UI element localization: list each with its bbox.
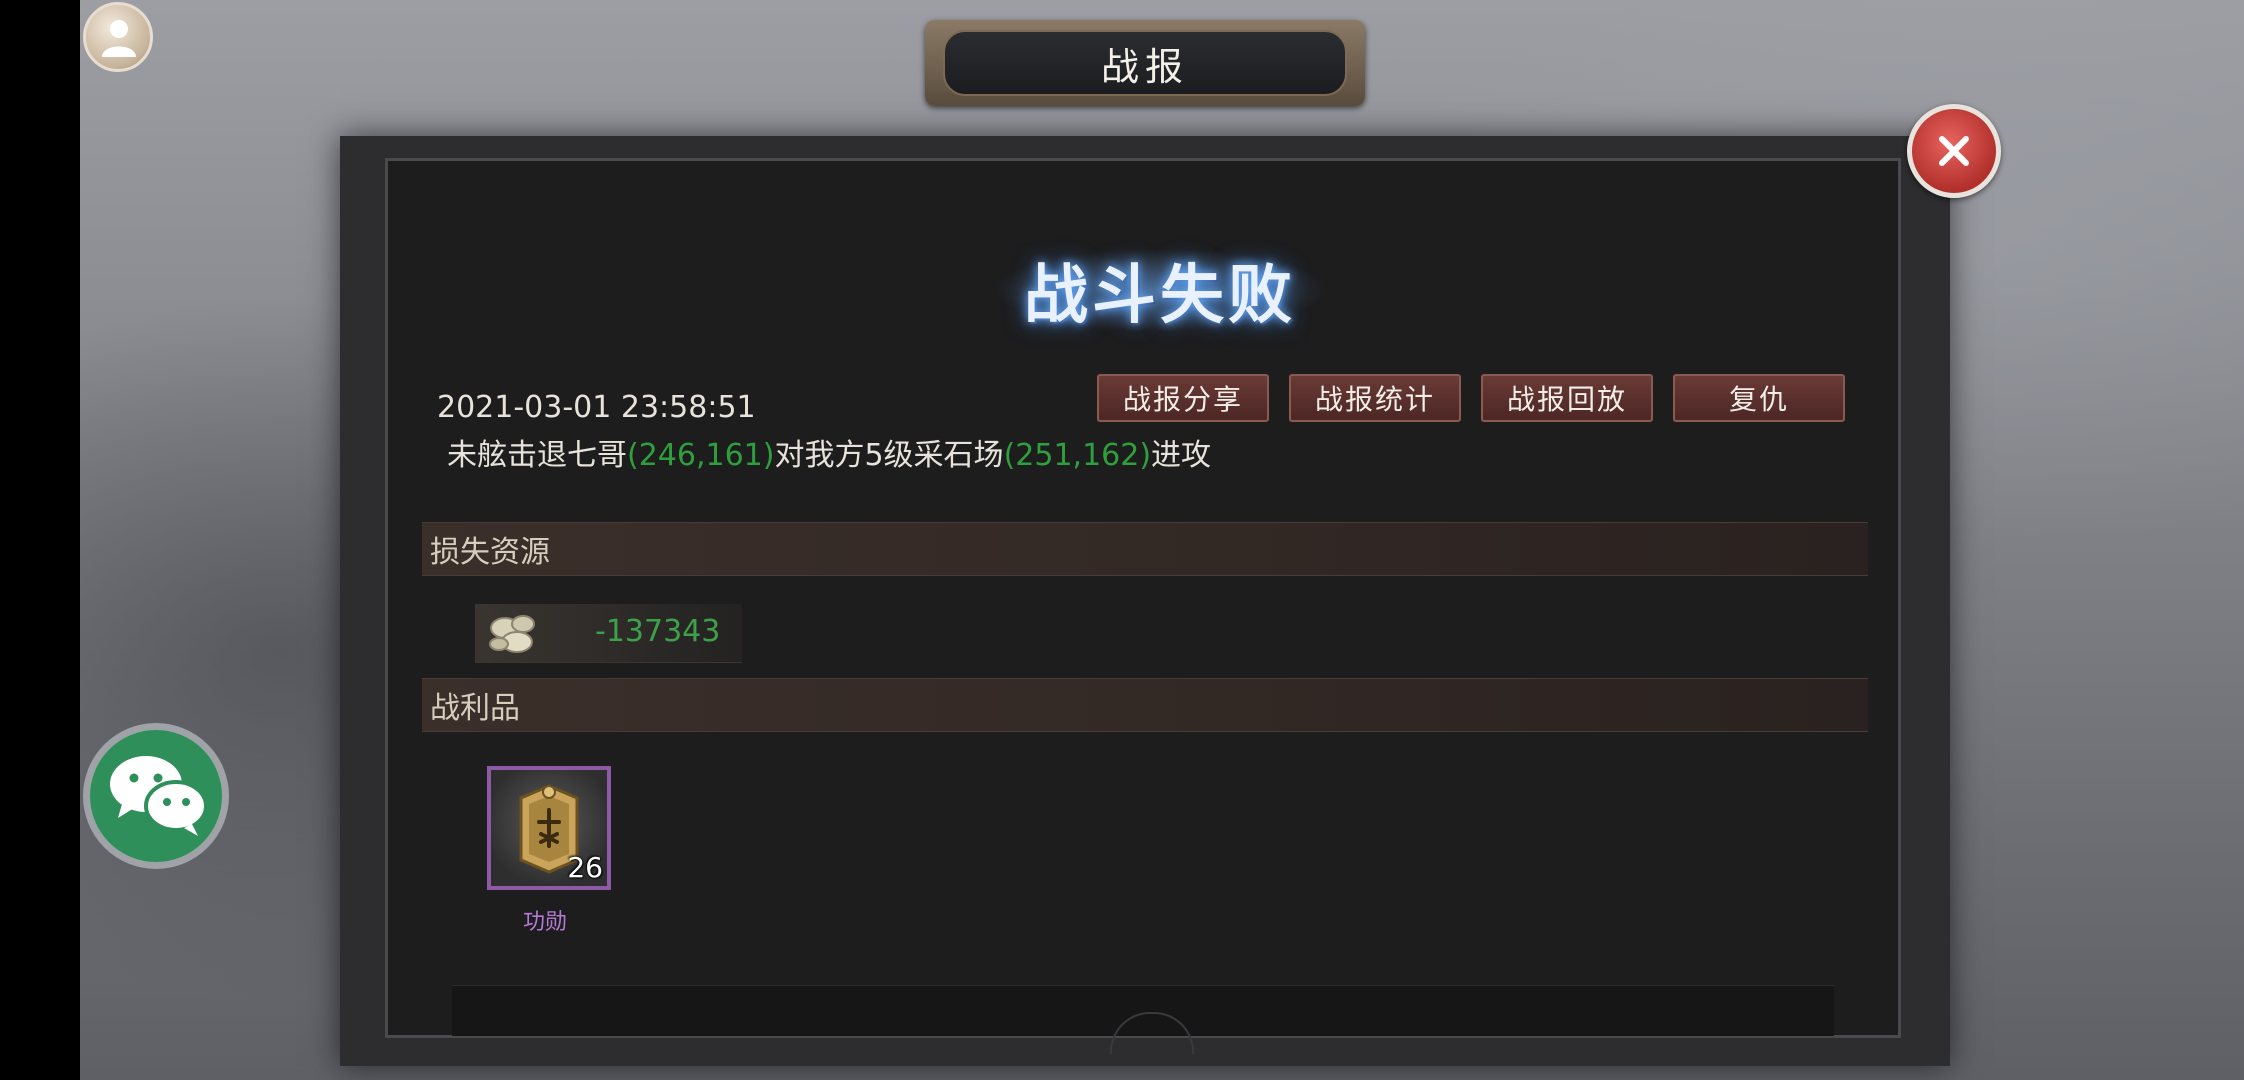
- lost-resources-header: 损失资源: [422, 522, 1868, 576]
- battle-result-banner: 战斗失败: [930, 235, 1390, 345]
- report-replay-button[interactable]: 战报回放: [1481, 374, 1653, 422]
- lost-resource-value: -137343: [595, 614, 721, 649]
- spoils-header: 战利品: [422, 678, 1868, 732]
- avatar[interactable]: [83, 2, 153, 72]
- user-icon: [102, 20, 136, 57]
- screen-bezel: [0, 0, 80, 1080]
- close-icon: [1939, 136, 1969, 166]
- loot-count: 26: [567, 851, 603, 884]
- battle-description: 未舷击退七哥(246,161)对我方5级采石场(251,162)进攻: [447, 430, 1211, 474]
- battle-target-text: 对我方5级采石场: [774, 438, 1004, 473]
- report-datetime: 2021-03-01 23:58:51: [437, 390, 756, 425]
- attacker-coordinate-link[interactable]: (246,161): [627, 438, 774, 473]
- battle-action-text: 进攻: [1151, 438, 1212, 473]
- target-coordinate-link[interactable]: (251,162): [1004, 438, 1151, 473]
- battle-result-title: 战斗失败: [1024, 258, 1296, 333]
- attacker-name: 未舷击退七哥: [447, 438, 627, 473]
- title-plate: 战报: [925, 20, 1365, 106]
- report-stats-button[interactable]: 战报统计: [1289, 374, 1461, 422]
- loot-label: 功勋: [523, 910, 568, 935]
- page-title: 战报: [943, 30, 1347, 96]
- lost-resource-item: -137343: [475, 604, 742, 663]
- wechat-button[interactable]: [83, 723, 229, 869]
- share-report-button[interactable]: 战报分享: [1097, 374, 1269, 422]
- stone-icon: [489, 615, 535, 653]
- wechat-icon: [110, 756, 208, 836]
- loot-item[interactable]: 26: [487, 766, 611, 890]
- revenge-button[interactable]: 复仇: [1673, 374, 1845, 422]
- close-button[interactable]: [1907, 104, 2001, 198]
